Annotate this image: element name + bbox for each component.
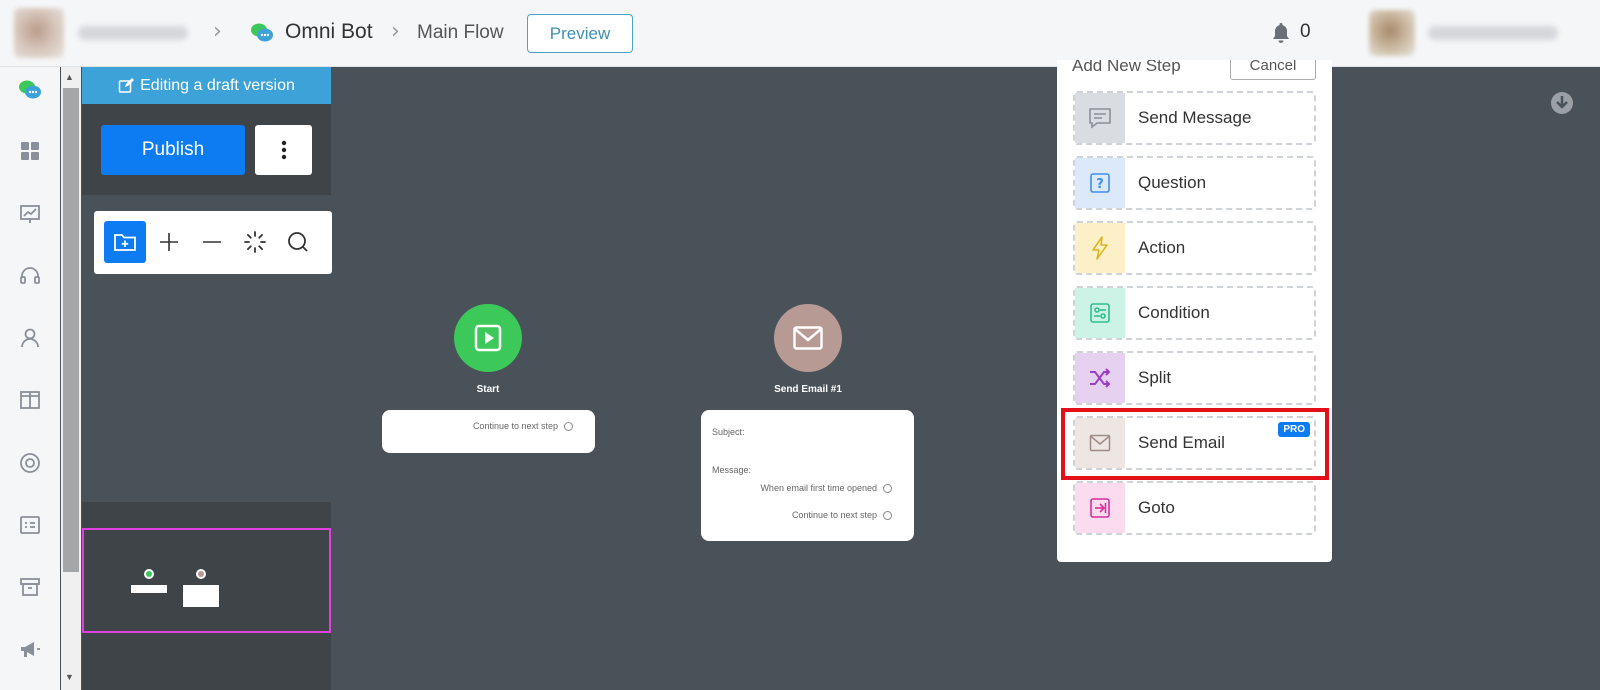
arrow-down-circle-icon[interactable]	[1550, 91, 1574, 115]
lightning-icon	[1092, 236, 1108, 260]
draft-status-bar: Editing a draft version	[82, 67, 331, 104]
email-opened-row: When email first time opened	[760, 483, 892, 494]
step-label: Split	[1138, 368, 1172, 387]
zoom-in-tool[interactable]	[148, 221, 190, 263]
step-icon-bg: ?	[1075, 158, 1125, 208]
more-options-button[interactable]	[255, 125, 312, 175]
megaphone-icon[interactable]	[18, 637, 42, 661]
form-icon[interactable]	[18, 513, 42, 537]
step-icon-bg	[1075, 93, 1125, 143]
email-continue-port[interactable]	[883, 511, 892, 521]
icon-sidebar	[0, 67, 60, 690]
search-icon	[288, 232, 308, 252]
start-continue-row: Continue to next step	[472, 421, 573, 432]
step-label: Send Message	[1138, 108, 1252, 127]
step-goto[interactable]: Goto	[1073, 481, 1316, 535]
send-email-node-label: Send Email #1	[774, 384, 842, 395]
message-icon	[1089, 108, 1111, 129]
question-icon: ?	[1090, 173, 1110, 193]
step-label: Goto	[1138, 498, 1175, 517]
scroll-down-arrow-icon[interactable]: ▼	[65, 672, 74, 682]
publish-button[interactable]: Publish	[101, 125, 245, 175]
canvas-toolbar	[94, 211, 332, 274]
email-continue-label: Continue to next step	[791, 510, 877, 520]
minimap-viewport[interactable]	[82, 528, 331, 633]
email-opened-port[interactable]	[883, 484, 892, 494]
step-condition[interactable]: Condition	[1073, 286, 1316, 340]
folder-plus-icon	[114, 234, 136, 251]
send-email-node[interactable]	[774, 304, 842, 372]
breadcrumb-chevron-icon: ›	[391, 19, 400, 44]
chat-bot-icon[interactable]	[18, 78, 42, 102]
play-icon	[474, 324, 502, 352]
draft-label: Editing a draft version	[140, 76, 295, 94]
step-send-message[interactable]: Send Message	[1073, 91, 1316, 145]
add-step-panel: Add New Step Cancel Send Message ? Quest…	[1057, 60, 1332, 562]
bot-name-breadcrumb[interactable]: Omni Bot	[285, 20, 373, 44]
step-icon-bg	[1075, 288, 1125, 338]
start-continue-label: Continue to next step	[472, 421, 558, 431]
plus-icon	[160, 233, 178, 251]
step-icon-bg	[1075, 483, 1125, 533]
svg-text:?: ?	[1096, 177, 1104, 192]
analytics-icon[interactable]	[18, 202, 42, 226]
flow-name-breadcrumb: Main Flow	[417, 22, 504, 43]
envelope-icon	[793, 326, 823, 350]
step-label: Question	[1138, 173, 1207, 192]
step-icon-bg	[1075, 353, 1125, 403]
goto-icon	[1090, 498, 1110, 518]
minimap-start-node	[144, 569, 154, 579]
add-step-title: Add New Step	[1072, 60, 1181, 75]
archive-icon[interactable]	[18, 575, 42, 599]
user-avatar[interactable]	[1369, 10, 1415, 56]
bell-icon[interactable]	[1271, 22, 1291, 44]
step-action[interactable]: Action	[1073, 221, 1316, 275]
scrollbar-thumb[interactable]	[63, 88, 79, 572]
step-question[interactable]: ? Question	[1073, 156, 1316, 210]
send-email-node-card[interactable]: Subject: Message: When email first time …	[701, 410, 914, 541]
notification-count: 0	[1300, 21, 1311, 42]
minimap-start-card	[131, 585, 167, 593]
message-label: Message:	[712, 465, 752, 475]
loader-icon	[244, 231, 266, 253]
email-continue-row: Continue to next step	[791, 510, 892, 521]
cancel-button[interactable]: Cancel	[1230, 60, 1316, 80]
edit-icon	[118, 77, 135, 93]
minimap-email-node	[196, 569, 206, 579]
layout-icon[interactable]	[18, 388, 42, 412]
step-icon-bg	[1075, 223, 1125, 273]
support-icon[interactable]	[18, 451, 42, 475]
breadcrumb-chevron-icon: ›	[213, 19, 222, 44]
email-opened-label: When email first time opened	[760, 483, 877, 493]
user-name[interactable]	[1428, 26, 1558, 40]
chat-bot-icon	[251, 23, 273, 42]
top-header: › Omni Bot › Main Flow Preview 0	[0, 0, 1600, 67]
preview-button[interactable]: Preview	[527, 14, 633, 53]
start-node[interactable]	[454, 304, 522, 372]
scroll-up-arrow-icon[interactable]: ▲	[65, 72, 74, 82]
start-continue-port[interactable]	[564, 422, 573, 432]
send-email-highlight	[1061, 408, 1329, 480]
add-folder-tool[interactable]	[104, 221, 146, 263]
account-name[interactable]	[78, 26, 188, 40]
zoom-out-tool[interactable]	[191, 221, 233, 263]
minus-icon	[203, 241, 221, 243]
shuffle-icon	[1090, 368, 1111, 388]
user-icon[interactable]	[18, 326, 42, 350]
dashboard-icon[interactable]	[18, 139, 42, 163]
condition-icon	[1090, 303, 1110, 323]
subject-label: Subject:	[712, 427, 745, 437]
headset-icon[interactable]	[18, 264, 42, 288]
start-node-label: Start	[476, 384, 500, 395]
step-split[interactable]: Split	[1073, 351, 1316, 405]
account-avatar[interactable]	[14, 8, 64, 58]
start-node-card[interactable]: Continue to next step	[382, 410, 595, 453]
fit-view-tool[interactable]	[234, 221, 276, 263]
search-tool[interactable]	[277, 221, 319, 263]
vertical-dots-icon	[281, 140, 286, 160]
step-label: Action	[1138, 238, 1186, 257]
minimap-email-card	[183, 585, 219, 607]
step-label: Condition	[1138, 303, 1210, 322]
